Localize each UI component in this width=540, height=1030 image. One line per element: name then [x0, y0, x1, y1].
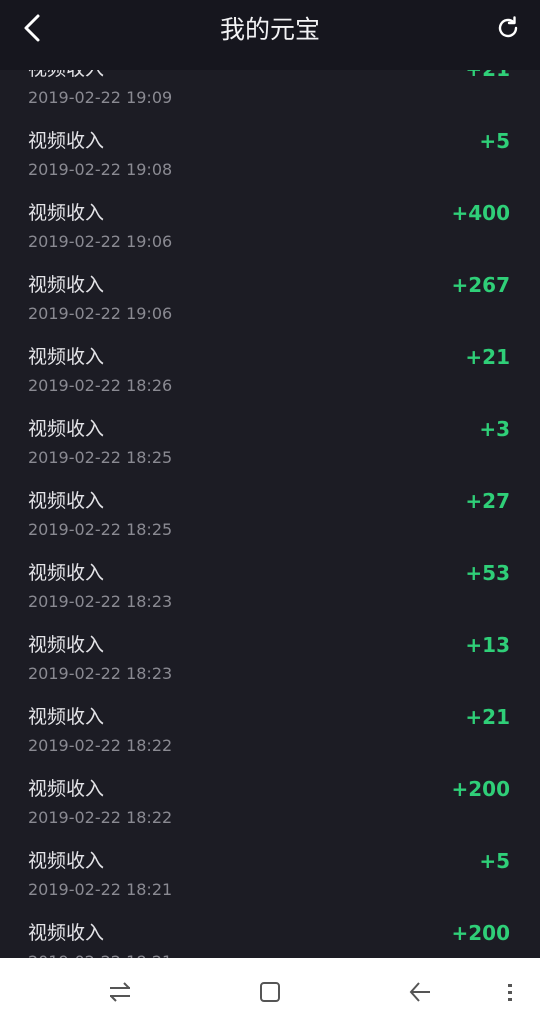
transaction-amount: +3 — [479, 417, 510, 441]
transaction-label: 视频收入 — [28, 346, 105, 368]
transaction-time: 2019-02-22 19:06 — [28, 304, 173, 323]
transaction-label: 视频收入 — [28, 706, 105, 728]
more-button[interactable] — [494, 978, 526, 1010]
system-navigation-bar — [0, 958, 540, 1030]
transaction-amount: +200 — [451, 777, 510, 801]
transaction-row[interactable]: 视频收入 2019-02-22 18:21 +5 — [0, 846, 540, 918]
transaction-amount: +200 — [451, 921, 510, 945]
transaction-label: 视频收入 — [28, 418, 105, 440]
transaction-row[interactable]: 视频收入 2019-02-22 19:06 +267 — [0, 270, 540, 342]
home-button[interactable] — [254, 978, 286, 1010]
transaction-amount: +5 — [479, 129, 510, 153]
page-title: 我的元宝 — [219, 15, 320, 44]
transaction-row[interactable]: 视频收入 2019-02-22 19:08 +5 — [0, 126, 540, 198]
transaction-time: 2019-02-22 18:26 — [28, 376, 173, 395]
transaction-row[interactable]: 视频收入 2019-02-22 18:26 +21 — [0, 342, 540, 414]
transaction-label: 视频收入 — [28, 490, 105, 512]
header-bar: 我的元宝 — [0, 0, 540, 70]
transaction-row[interactable]: 视频收入 2019-02-22 18:23 +13 — [0, 630, 540, 702]
transaction-label: 视频收入 — [28, 922, 105, 944]
transaction-amount: +27 — [465, 489, 510, 513]
transaction-amount: +267 — [451, 273, 510, 297]
transaction-amount: +21 — [465, 345, 510, 369]
transaction-time: 2019-02-22 19:06 — [28, 232, 173, 251]
transaction-label: 视频收入 — [28, 202, 105, 224]
transaction-amount: +53 — [465, 561, 510, 585]
back-nav-button[interactable] — [404, 978, 436, 1010]
transaction-time: 2019-02-22 18:22 — [28, 808, 173, 827]
transaction-row[interactable]: 视频收入 2019-02-22 18:23 +53 — [0, 558, 540, 630]
refresh-icon — [495, 15, 521, 45]
transaction-amount: +13 — [465, 633, 510, 657]
transaction-time: 2019-02-22 19:09 — [28, 88, 173, 107]
transaction-amount: +5 — [479, 849, 510, 873]
transaction-row[interactable]: 视频收入 2019-02-22 18:25 +27 — [0, 486, 540, 558]
switch-apps-icon — [107, 980, 133, 1008]
transaction-time: 2019-02-22 19:08 — [28, 160, 173, 179]
transaction-time: 2019-02-22 18:23 — [28, 592, 173, 611]
screen: 视频收入 2019-02-22 19:09 +21 视频收入 2019-02-22 19… — [0, 0, 540, 1030]
home-square-icon — [258, 980, 282, 1008]
transaction-label: 视频收入 — [28, 634, 105, 656]
transaction-label: 视频收入 — [28, 562, 105, 584]
transaction-list[interactable]: 视频收入 2019-02-22 19:09 +21 视频收入 2019-02-22 19… — [0, 54, 540, 990]
transaction-time: 2019-02-22 18:21 — [28, 880, 173, 899]
transaction-time: 2019-02-22 18:25 — [28, 520, 173, 539]
transaction-label: 视频收入 — [28, 274, 105, 296]
transaction-label: 视频收入 — [28, 130, 105, 152]
transaction-time: 2019-02-22 18:25 — [28, 448, 173, 467]
refresh-button[interactable] — [490, 12, 526, 48]
transaction-row[interactable]: 视频收入 2019-02-22 18:25 +3 — [0, 414, 540, 486]
transaction-row[interactable]: 视频收入 2019-02-22 19:06 +400 — [0, 198, 540, 270]
recent-apps-button[interactable] — [104, 978, 136, 1010]
transaction-time: 2019-02-22 18:23 — [28, 664, 173, 683]
more-dots-icon — [505, 980, 515, 1008]
transaction-amount: +400 — [451, 201, 510, 225]
transaction-row[interactable]: 视频收入 2019-02-22 18:22 +21 — [0, 702, 540, 774]
transaction-amount: +21 — [465, 705, 510, 729]
transaction-label: 视频收入 — [28, 850, 105, 872]
back-arrow-icon — [407, 980, 433, 1008]
transaction-row[interactable]: 视频收入 2019-02-22 18:22 +200 — [0, 774, 540, 846]
transaction-time: 2019-02-22 18:22 — [28, 736, 173, 755]
transaction-label: 视频收入 — [28, 778, 105, 800]
